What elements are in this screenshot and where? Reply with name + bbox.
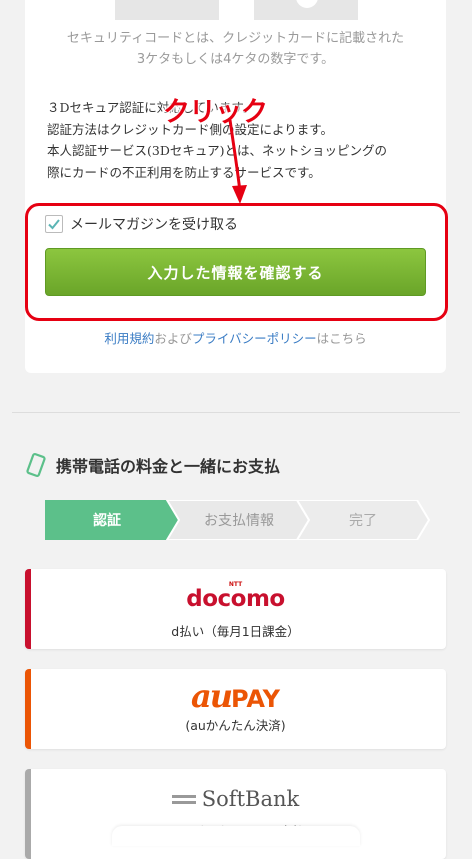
annotation-highlight-box <box>25 203 448 321</box>
card-back-illustration <box>254 0 358 20</box>
security-code-note: セキュリティコードとは、クレジットカードに記載された 3ケタもしくは4ケタの数字… <box>25 28 446 70</box>
softbank-wordmark: SoftBank <box>201 787 300 811</box>
softbank-color-bar <box>25 769 31 859</box>
terms-line: 利用規約およびプライバシーポリシーはこちら <box>25 328 446 347</box>
card-front-illustration <box>115 0 219 20</box>
section-divider <box>12 412 460 413</box>
carrier-section-title: 携帯電話の料金と一緒にお支払 <box>56 457 281 476</box>
bottom-browser-bar <box>112 826 360 846</box>
step-auth-label: 認証 <box>93 512 121 529</box>
step-complete-label: 完了 <box>349 513 377 529</box>
annotation-arrow-icon <box>228 119 247 204</box>
privacy-policy-link[interactable]: プライバシーポリシー <box>192 331 317 346</box>
docomo-subtitle: d払い（毎月1日課金） <box>171 624 300 639</box>
terms-link[interactable]: 利用規約 <box>104 331 154 346</box>
au-pay-logo: auPAY <box>25 677 446 715</box>
docomo-logo: NTT docomo <box>25 581 446 612</box>
docomo-payment-option[interactable]: NTT docomo d払い（毎月1日課金） <box>25 569 446 649</box>
au-pay-payment-option[interactable]: auPAY (auかんたん決済) <box>25 669 446 749</box>
security-code-note-line2: 3ケタもしくは4ケタの数字です。 <box>136 52 335 67</box>
terms-and: および <box>154 331 192 346</box>
softbank-bars-icon <box>171 793 196 805</box>
smartphone-icon <box>26 453 46 477</box>
pay-wordmark: PAY <box>230 685 281 713</box>
progress-steps: 認証 お支払情報 完了 <box>45 500 430 540</box>
carrier-section-header: 携帯電話の料金と一緒にお支払 <box>26 453 280 477</box>
au-wordmark: au <box>190 677 233 715</box>
docomo-wordmark: docomo <box>186 586 285 612</box>
step-payment-info-label: お支払情報 <box>204 513 274 529</box>
annotation-click-label: クリック <box>163 97 268 128</box>
terms-suffix: はこちら <box>316 331 367 346</box>
softbank-logo: SoftBank <box>25 787 446 811</box>
security-code-note-line1: セキュリティコードとは、クレジットカードに記載された <box>66 31 405 46</box>
au-subtitle: (auかんたん決済) <box>185 718 286 733</box>
